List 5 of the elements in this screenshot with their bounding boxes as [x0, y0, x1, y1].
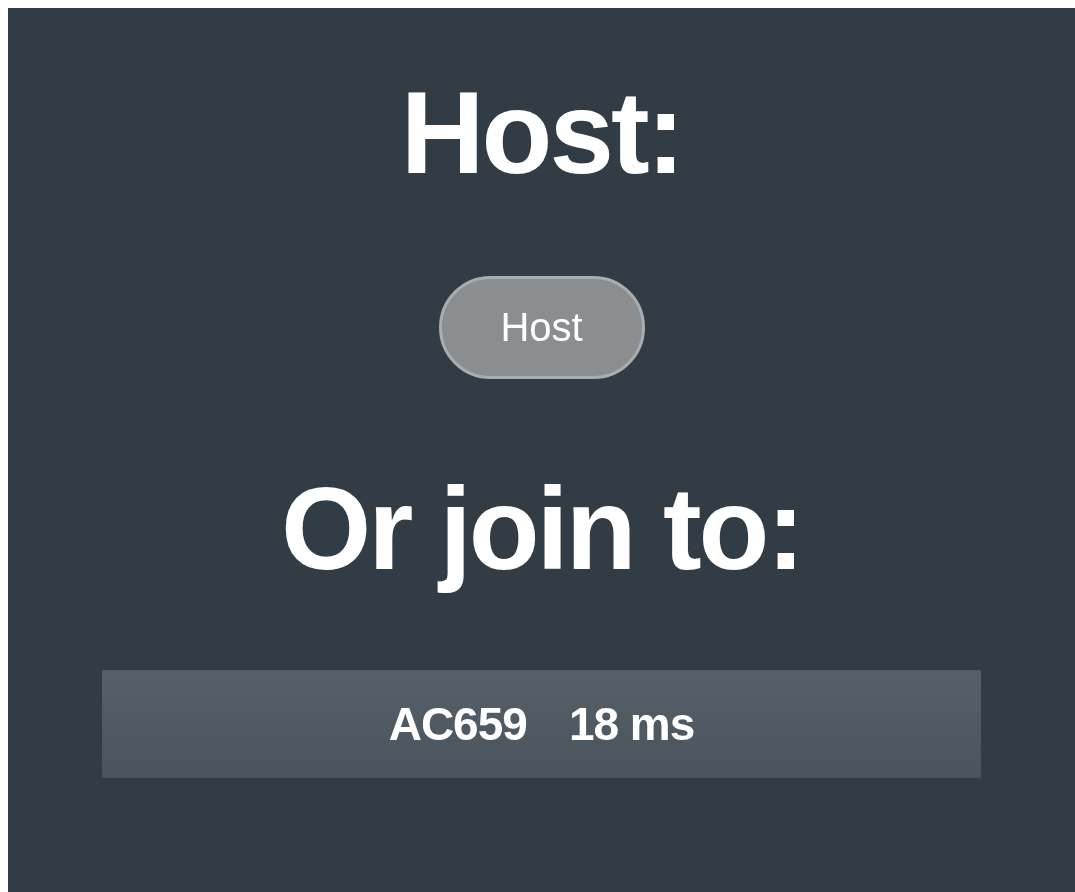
server-name: AC659	[388, 697, 527, 751]
server-ping: 18 ms	[568, 697, 695, 751]
server-list-item[interactable]: AC659 18 ms	[102, 670, 981, 778]
join-heading: Or join to:	[280, 464, 803, 594]
host-heading: Host:	[400, 68, 683, 198]
